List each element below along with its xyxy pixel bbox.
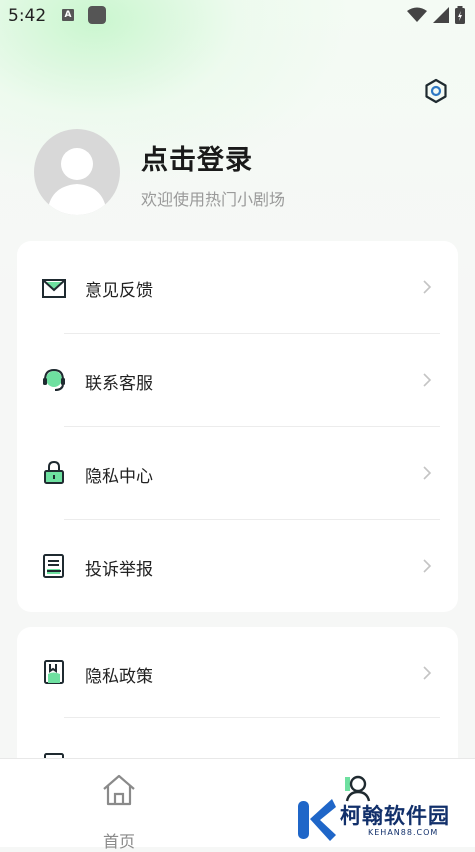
menu-item-label: 投诉举报 [85, 560, 153, 580]
settings-hexagon-icon [425, 78, 447, 104]
login-subtitle: 欢迎使用热门小剧场 [141, 190, 286, 209]
signal-icon [433, 7, 449, 23]
watermark-title: 柯翰软件园 [340, 804, 450, 828]
login-title[interactable]: 点击登录 [141, 138, 253, 177]
menu-item-label: 隐私政策 [85, 667, 153, 687]
menu-item-label: 意见反馈 [85, 281, 153, 301]
battery-icon [455, 6, 465, 24]
settings-button[interactable] [422, 77, 450, 105]
chevron-right-icon [423, 559, 432, 573]
status-time: 5:42 [8, 6, 47, 26]
chevron-right-icon [423, 666, 432, 680]
menu-item-privacy-policy[interactable]: 隐私政策 [17, 627, 458, 720]
chevron-right-icon [423, 373, 432, 387]
policy-book-icon [44, 660, 64, 684]
menu-card-support: 意见反馈 联系客服 隐私中心 投诉举报 [17, 241, 458, 612]
menu-item-complaint[interactable]: 投诉举报 [17, 520, 458, 613]
avatar[interactable] [34, 129, 120, 215]
status-indicators [407, 6, 465, 24]
tab-home-label: 首页 [103, 832, 136, 851]
menu-item-label: 联系客服 [85, 374, 153, 394]
watermark-logo-icon [298, 799, 336, 841]
home-icon [103, 774, 135, 806]
menu-item-privacy-center[interactable]: 隐私中心 [17, 427, 458, 520]
watermark: 柯翰软件园 KEHAN88.COM [296, 796, 456, 844]
lock-icon [44, 460, 64, 484]
wifi-icon [407, 7, 427, 22]
chevron-right-icon [423, 466, 432, 480]
menu-item-customer-service[interactable]: 联系客服 [17, 334, 458, 427]
tab-home[interactable]: 首页 [90, 771, 148, 851]
report-icon [43, 554, 64, 578]
headset-icon [43, 368, 65, 391]
notification-square-icon [88, 6, 106, 24]
status-bar: 5:42 A [0, 0, 475, 34]
default-user-icon [47, 148, 107, 215]
watermark-subtitle: KEHAN88.COM [368, 828, 439, 837]
chevron-right-icon [423, 280, 432, 294]
mail-icon [42, 279, 66, 298]
menu-item-label: 隐私中心 [85, 467, 153, 487]
menu-item-feedback[interactable]: 意见反馈 [17, 241, 458, 334]
notification-app-icon: A [62, 9, 74, 21]
